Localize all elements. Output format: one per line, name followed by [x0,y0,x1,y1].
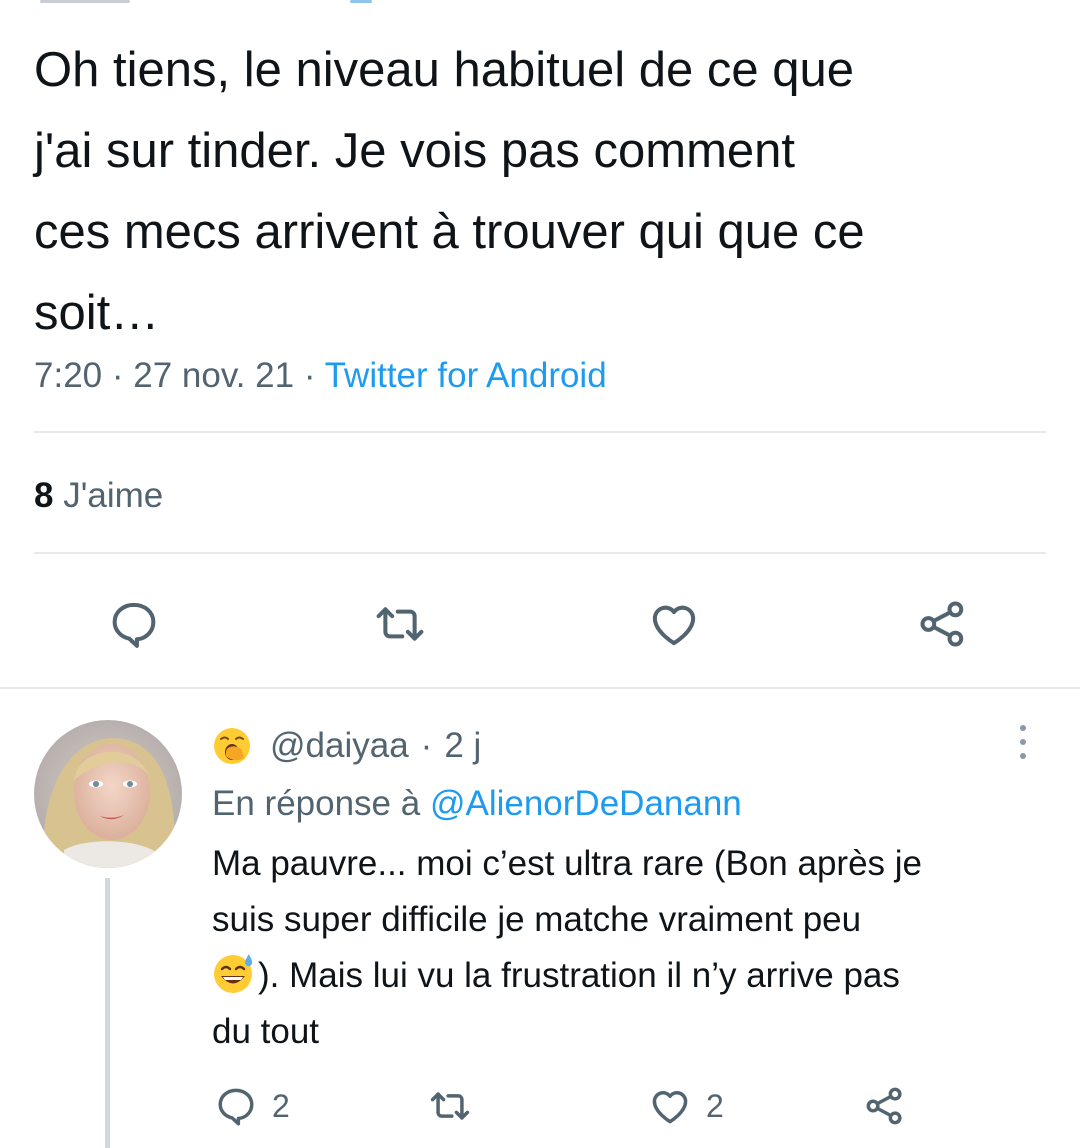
reply-header: @daiyaa · 2 j [212,722,481,770]
share-icon [866,1087,902,1125]
reply-text-line: suis super difficile je matche vraiment … [212,900,862,939]
likes-label: J'aime [63,476,164,515]
in-reply-prefix: En réponse à [212,784,421,823]
reply-text-line: Ma pauvre... moi c’est ultra rare (Bon a… [212,844,923,883]
tweet-meta: 7:20 · 27 nov. 21 · Twitter for Android [34,352,607,400]
reply-reply-button[interactable]: 2 [214,1084,290,1128]
reply-icon [112,602,156,648]
thread-line [105,878,110,1148]
retweet-icon [376,607,424,641]
reply-share-button[interactable] [863,1084,907,1128]
tweet-text: Oh tiens, le niveau habituel de ce que j… [34,43,865,340]
more-vertical-icon [1020,725,1026,759]
like-icon [652,1091,688,1124]
retweet-button[interactable] [373,597,427,651]
divider [34,552,1046,554]
like-button[interactable] [647,597,701,651]
meta-separator: · [420,726,433,765]
tweet-time: 7:20 [34,356,103,395]
reply-age: 2 j [444,726,482,765]
like-icon [652,605,696,646]
meta-separator: · [303,356,316,395]
reply-text-line-with-emoji: ). Mais lui vu la frustration il n’y arr… [212,948,1052,1004]
reply-text: Ma pauvre... moi c’est ultra rare (Bon a… [212,836,1052,1060]
reply-count: 2 [272,1087,290,1124]
reply-like-count: 2 [706,1087,724,1124]
previous-content-edge [0,0,1080,6]
reply-handle[interactable]: @daiyaa [270,726,409,766]
reply-retweet-button[interactable] [428,1084,472,1128]
avatar[interactable] [34,720,182,868]
reply-icon [218,1088,254,1126]
reply-button[interactable] [107,597,161,651]
meta-separator: · [111,356,124,395]
reply-text-line: ). Mais lui vu la frustration il n’y arr… [258,956,900,995]
grinning-sweat-emoji [214,954,253,993]
in-reply-to: En réponse à @AlienorDeDanann [212,780,742,828]
tweet-source-link[interactable]: Twitter for Android [325,356,607,395]
reply-like-button[interactable]: 2 [648,1084,724,1128]
divider [34,431,1046,433]
likes-stat[interactable]: 8 J'aime [34,472,163,520]
likes-count: 8 [34,476,54,515]
tweet-date: 27 nov. 21 [133,356,295,395]
yawning-face-emoji [212,726,252,766]
section-divider [0,687,1080,689]
reply-text-line: du tout [212,1012,320,1051]
reply-mention-link[interactable]: @AlienorDeDanann [430,784,742,823]
share-icon [920,601,964,647]
more-options-button[interactable] [1008,720,1038,764]
share-button[interactable] [916,597,970,651]
retweet-icon [430,1092,470,1120]
